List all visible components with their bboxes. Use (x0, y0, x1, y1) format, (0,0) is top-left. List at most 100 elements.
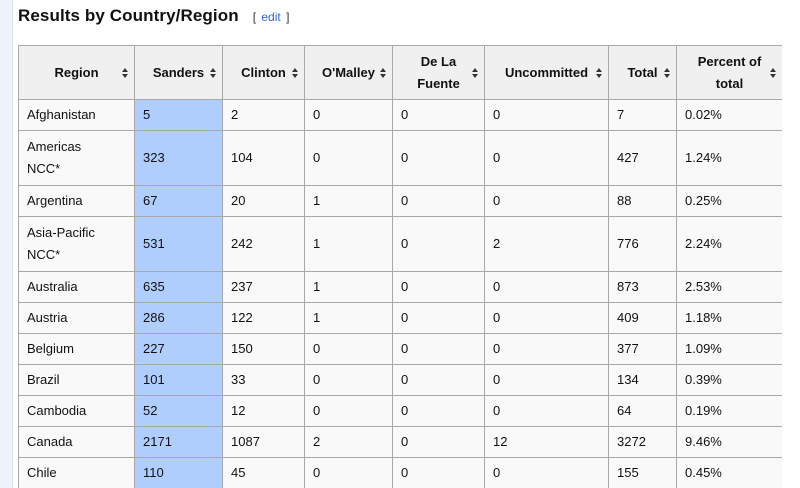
percent-of-total-cell: 1.09% (676, 333, 782, 365)
section-header: Results by Country/Region [ edit ] (18, 6, 289, 26)
de-la-fuente-cell: 0 (392, 216, 485, 272)
region-cell: Chile (18, 457, 135, 488)
percent-of-total-cell: 0.25% (676, 185, 782, 217)
sanders-cell: 110 (134, 457, 223, 488)
region-cell: Cambodia (18, 395, 135, 427)
table-row: Americas NCC* 323 104 0 0 0 427 1.24% (18, 130, 782, 186)
sanders-cell: 635 (134, 271, 223, 303)
sort-arrows-icon[interactable] (292, 67, 299, 79)
sort-arrows-icon[interactable] (664, 67, 671, 79)
sort-arrows-icon[interactable] (210, 67, 217, 79)
header-row: Region Sanders Clinton O'Malley De La Fuente U… (18, 45, 782, 100)
sanders-cell: 67 (134, 185, 223, 217)
sanders-cell: 531 (134, 216, 223, 272)
column-header-label-line: Total (627, 64, 658, 80)
edit-section: [ edit ] (253, 10, 290, 24)
uncommitted-cell: 0 (484, 302, 609, 334)
percent-of-total-cell: 1.24% (676, 130, 782, 186)
uncommitted-cell: 0 (484, 99, 609, 131)
de-la-fuente-cell: 0 (392, 185, 485, 217)
edit-link[interactable]: edit (259, 10, 282, 24)
region-name-line: Afghanistan (27, 107, 96, 122)
de-la-fuente-cell: 0 (392, 364, 485, 396)
total-cell: 64 (608, 395, 677, 427)
clinton-cell: 242 (222, 216, 305, 272)
sort-arrows-icon[interactable] (380, 67, 387, 79)
sort-arrows-icon[interactable] (122, 67, 129, 79)
region-name-line: Australia (27, 279, 78, 294)
column-header-region[interactable]: Region (18, 45, 135, 100)
percent-of-total-cell: 1.18% (676, 302, 782, 334)
table-row: Australia 635 237 1 0 0 873 2.53% (18, 271, 782, 303)
column-header-clinton[interactable]: Clinton (222, 45, 305, 100)
omalley-cell: 1 (304, 302, 393, 334)
uncommitted-cell: 0 (484, 457, 609, 488)
region-cell: Belgium (18, 333, 135, 365)
column-header-total[interactable]: Total (608, 45, 677, 100)
table-row: Cambodia 52 12 0 0 0 64 0.19% (18, 395, 782, 427)
de-la-fuente-cell: 0 (392, 302, 485, 334)
omalley-cell: 0 (304, 395, 393, 427)
sort-arrows-icon[interactable] (596, 67, 603, 79)
sort-arrows-icon[interactable] (472, 67, 479, 79)
clinton-cell: 45 (222, 457, 305, 488)
column-header-label: De La Fuente (417, 51, 460, 95)
column-header-label-line: Percent of (697, 53, 762, 69)
column-header-percent-of-total[interactable]: Percent of total (676, 45, 782, 100)
omalley-cell: 0 (304, 130, 393, 186)
total-cell: 873 (608, 271, 677, 303)
region-cell: Afghanistan (18, 99, 135, 131)
sanders-cell: 52 (134, 395, 223, 427)
column-header-de-la-fuente[interactable]: De La Fuente (392, 45, 485, 100)
region-name-line: Belgium (27, 341, 74, 356)
de-la-fuente-cell: 0 (392, 426, 485, 458)
region-name-line: Brazil (27, 372, 60, 387)
region-name-line: Americas (27, 139, 82, 154)
column-header-omalley[interactable]: O'Malley (304, 45, 393, 100)
column-header-label-line: Clinton (241, 64, 286, 80)
column-header-label-line: Uncommitted (504, 64, 589, 80)
left-sidebar-edge (0, 0, 13, 488)
omalley-cell: 1 (304, 216, 393, 272)
percent-of-total-cell: 0.02% (676, 99, 782, 131)
clinton-cell: 104 (222, 130, 305, 186)
total-cell: 88 (608, 185, 677, 217)
omalley-cell: 0 (304, 99, 393, 131)
column-header-uncommitted[interactable]: Uncommitted (484, 45, 609, 100)
sanders-cell: 5 (134, 99, 223, 131)
total-cell: 409 (608, 302, 677, 334)
omalley-cell: 0 (304, 364, 393, 396)
region-cell: Americas NCC* (18, 130, 135, 186)
sanders-cell: 227 (134, 333, 223, 365)
sanders-cell: 286 (134, 302, 223, 334)
total-cell: 427 (608, 130, 677, 186)
uncommitted-cell: 0 (484, 395, 609, 427)
column-header-label-line: total (715, 75, 744, 91)
column-header-sanders[interactable]: Sanders (134, 45, 223, 100)
sanders-cell: 323 (134, 130, 223, 186)
uncommitted-cell: 0 (484, 185, 609, 217)
percent-of-total-cell: 0.45% (676, 457, 782, 488)
region-cell: Argentina (18, 185, 135, 217)
table-body: Afghanistan 5 2 0 0 0 7 0.02% Americas NCC* 323 104… (18, 99, 782, 488)
table-row: Belgium 227 150 0 0 0 377 1.09% (18, 333, 782, 365)
clinton-cell: 1087 (222, 426, 305, 458)
column-header-label-line: De La (420, 53, 457, 69)
column-header-label-line: O'Malley (322, 64, 375, 80)
percent-of-total-cell: 0.19% (676, 395, 782, 427)
sort-arrows-icon[interactable] (770, 67, 777, 79)
omalley-cell: 1 (304, 271, 393, 303)
clinton-cell: 33 (222, 364, 305, 396)
uncommitted-cell: 12 (484, 426, 609, 458)
uncommitted-cell: 0 (484, 130, 609, 186)
total-cell: 3272 (608, 426, 677, 458)
clinton-cell: 122 (222, 302, 305, 334)
omalley-cell: 2 (304, 426, 393, 458)
percent-of-total-cell: 2.53% (676, 271, 782, 303)
table-row: Afghanistan 5 2 0 0 0 7 0.02% (18, 99, 782, 131)
de-la-fuente-cell: 0 (392, 130, 485, 186)
de-la-fuente-cell: 0 (392, 99, 485, 131)
table-header: Region Sanders Clinton O'Malley De La Fuente U… (18, 45, 782, 100)
region-cell: Austria (18, 302, 135, 334)
omalley-cell: 1 (304, 185, 393, 217)
